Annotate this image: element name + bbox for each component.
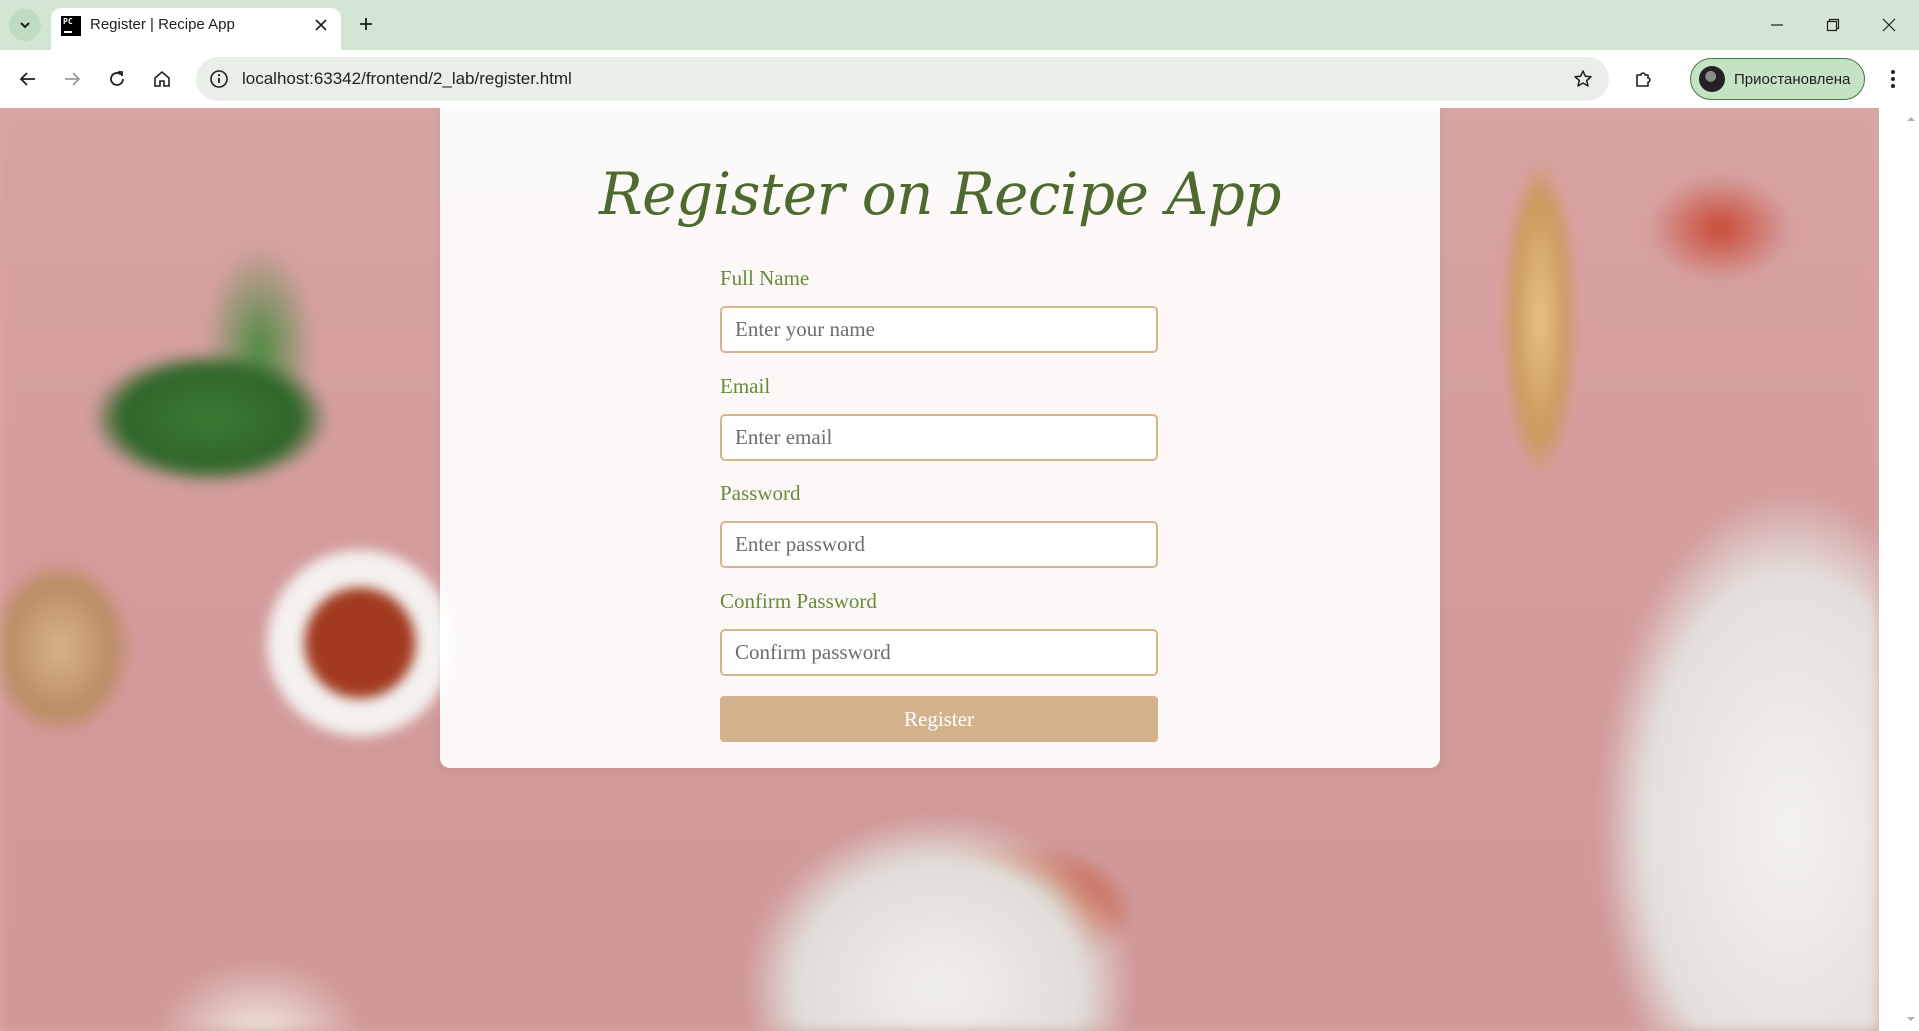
password-input[interactable] bbox=[720, 521, 1158, 568]
restore-icon bbox=[1826, 18, 1840, 32]
back-button[interactable] bbox=[12, 63, 44, 95]
chevron-down-icon bbox=[20, 22, 30, 29]
browser-toolbar: localhost:63342/frontend/2_lab/register.… bbox=[0, 50, 1919, 108]
full-name-input[interactable] bbox=[720, 306, 1158, 353]
close-window-button[interactable] bbox=[1861, 0, 1917, 50]
scroll-down-icon[interactable] bbox=[1906, 1014, 1916, 1024]
extensions-button[interactable] bbox=[1628, 63, 1660, 95]
confirm-password-label: Confirm Password bbox=[720, 589, 877, 613]
register-button[interactable]: Register bbox=[720, 696, 1158, 742]
confirm-password-input[interactable] bbox=[720, 629, 1158, 676]
minimize-window-button[interactable] bbox=[1749, 0, 1805, 50]
close-icon bbox=[1882, 18, 1896, 32]
puzzle-icon bbox=[1636, 72, 1651, 87]
close-tab-button[interactable] bbox=[311, 15, 331, 35]
url-text[interactable]: localhost:63342/frontend/2_lab/register.… bbox=[242, 57, 572, 101]
restore-window-button[interactable] bbox=[1805, 0, 1861, 50]
email-input[interactable] bbox=[720, 414, 1158, 461]
reload-icon bbox=[110, 71, 124, 86]
avatar bbox=[1699, 66, 1725, 92]
arrow-left-icon bbox=[19, 72, 35, 86]
tab-search-button[interactable] bbox=[9, 9, 41, 41]
profile-button[interactable]: Приостановлена bbox=[1690, 58, 1865, 100]
new-tab-button[interactable] bbox=[352, 10, 380, 38]
vertical-scrollbar[interactable] bbox=[1879, 108, 1919, 1031]
forward-button[interactable] bbox=[56, 63, 88, 95]
plus-icon bbox=[360, 18, 372, 30]
full-name-label: Full Name bbox=[720, 266, 810, 290]
minimize-icon bbox=[1771, 24, 1783, 26]
home-icon bbox=[154, 70, 170, 87]
info-icon[interactable] bbox=[208, 68, 230, 90]
browser-menu-button[interactable] bbox=[1877, 63, 1909, 95]
address-bar[interactable]: localhost:63342/frontend/2_lab/register.… bbox=[196, 57, 1609, 101]
scroll-up-icon[interactable] bbox=[1906, 114, 1916, 124]
register-form-card: Register on Recipe App Full Name Email P… bbox=[440, 108, 1440, 768]
kebab-menu-icon bbox=[1891, 70, 1895, 88]
reload-button[interactable] bbox=[101, 63, 133, 95]
tab-title: Register | Recipe App bbox=[90, 16, 235, 33]
pycharm-favicon-icon: PC bbox=[61, 16, 81, 36]
page-title: Register on Recipe App bbox=[599, 160, 1282, 228]
password-label: Password bbox=[720, 481, 801, 505]
browser-tab[interactable]: PC Register | Recipe App bbox=[51, 8, 341, 50]
profile-status-label: Приостановлена bbox=[1734, 70, 1851, 88]
close-icon bbox=[315, 19, 327, 31]
page-viewport: Register on Recipe App Full Name Email P… bbox=[0, 108, 1879, 1031]
star-icon[interactable] bbox=[1571, 67, 1595, 91]
home-button[interactable] bbox=[146, 63, 178, 95]
arrow-right-icon bbox=[65, 72, 81, 86]
email-label: Email bbox=[720, 374, 771, 398]
tab-strip: PC Register | Recipe App bbox=[0, 0, 1919, 50]
